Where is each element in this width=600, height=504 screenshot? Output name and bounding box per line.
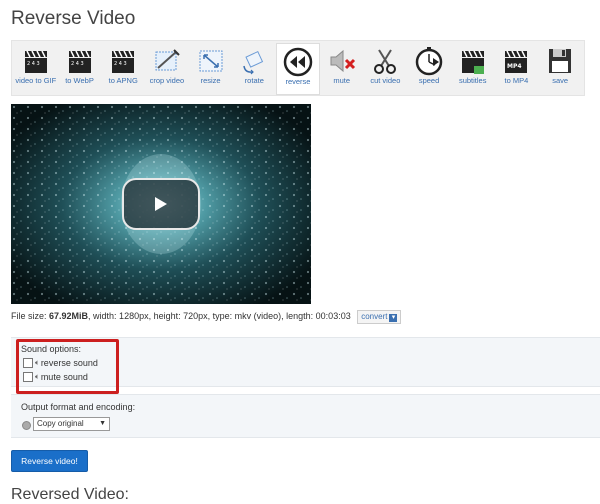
tool-label: speed — [418, 76, 440, 85]
tool-rotate[interactable]: rotate — [232, 43, 276, 95]
svg-text:MP4: MP4 — [507, 63, 522, 70]
output-format-select[interactable]: Copy original ▼ — [33, 417, 110, 431]
tool-mute[interactable]: mute — [320, 43, 364, 95]
tool-to-webp[interactable]: 2 4 3 to WebP — [58, 43, 102, 95]
tool-label: mute — [333, 76, 351, 85]
clapperboard-icon: 2 4 3 — [68, 50, 91, 73]
convert-label: convert — [361, 312, 388, 321]
tool-label: to APNG — [108, 76, 138, 85]
tool-toolbar: 2 4 3 video to GIF 2 4 3 to WebP 2 4 3 t… — [11, 40, 585, 96]
tool-to-mp4[interactable]: MP4 to MP4 — [495, 43, 539, 95]
rewind-icon — [283, 47, 313, 77]
svg-text:2 4 3: 2 4 3 — [114, 61, 127, 67]
clapperboard-icon: MP4 — [505, 50, 528, 73]
clapperboard-icon — [461, 50, 484, 74]
file-info: File size: 67.92MiB, width: 1280px, heig… — [11, 310, 402, 324]
reverse-video-button[interactable]: Reverse video! — [11, 450, 88, 472]
tool-label: reverse — [285, 77, 311, 86]
video-player[interactable] — [11, 104, 311, 304]
stopwatch-icon — [415, 47, 443, 76]
chevron-down-icon: ▼ — [99, 420, 106, 427]
output-format-panel: Output format and encoding: Copy origina… — [11, 394, 600, 438]
tool-label: video to GIF — [15, 76, 57, 85]
tool-speed[interactable]: speed — [407, 43, 451, 95]
tool-subtitles[interactable]: subtitles — [451, 43, 495, 95]
tool-label: subtitles — [458, 76, 487, 85]
reversed-video-heading: Reversed Video: — [11, 486, 129, 503]
file-size: 67.92MiB — [49, 311, 89, 321]
tool-label: crop video — [149, 76, 185, 85]
rotate-icon — [243, 50, 264, 75]
tool-label: resize — [200, 76, 221, 85]
crop-icon — [155, 49, 180, 71]
mute-icon — [330, 49, 355, 73]
svg-text:2 4 3: 2 4 3 — [27, 61, 40, 67]
tool-crop-video[interactable]: crop video — [145, 43, 189, 95]
tool-label: to MP4 — [504, 76, 529, 85]
svg-text:2 4 3: 2 4 3 — [71, 61, 84, 67]
convert-button[interactable]: convert ▾ — [357, 310, 402, 324]
output-format-title: Output format and encoding: — [21, 402, 136, 412]
tool-label: rotate — [244, 76, 264, 85]
play-button[interactable] — [122, 178, 200, 230]
highlight-box — [16, 339, 119, 394]
tool-resize[interactable]: resize — [189, 43, 233, 95]
floppy-disk-icon — [549, 49, 572, 73]
download-arrow-icon: ▾ — [389, 314, 398, 322]
tool-label: to WebP — [65, 76, 94, 85]
gear-icon — [22, 421, 31, 430]
tool-cut-video[interactable]: cut video — [364, 43, 408, 95]
file-details: , width: 1280px, height: 720px, type: mk… — [88, 311, 351, 321]
tool-reverse[interactable]: reverse — [276, 43, 320, 95]
file-info-prefix: File size: — [11, 311, 50, 321]
output-format-selected: Copy original — [37, 419, 84, 428]
clapperboard-icon: 2 4 3 — [112, 50, 135, 73]
scissors-icon — [374, 49, 397, 74]
clapperboard-icon: 2 4 3 — [24, 50, 47, 73]
tool-label: cut video — [370, 76, 401, 85]
resize-icon — [199, 50, 223, 72]
tool-save[interactable]: save — [538, 43, 582, 95]
play-icon — [155, 197, 167, 211]
tool-label: save — [552, 76, 569, 85]
page-title: Reverse Video — [11, 8, 136, 29]
tool-to-apng[interactable]: 2 4 3 to APNG — [101, 43, 145, 95]
tool-video-to-gif[interactable]: 2 4 3 video to GIF — [14, 43, 58, 95]
